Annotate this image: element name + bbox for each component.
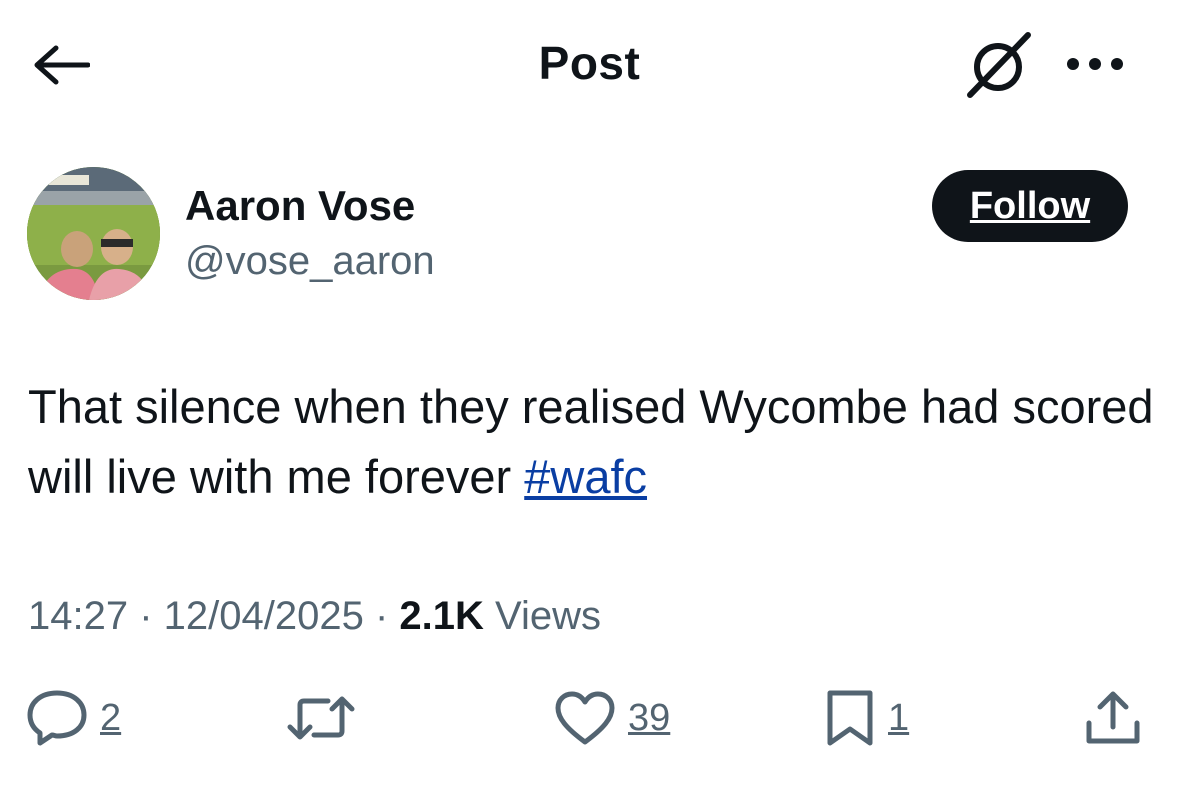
heart-icon (555, 691, 615, 745)
avatar[interactable] (27, 167, 160, 300)
share-icon (1086, 691, 1140, 744)
repost-button[interactable] (286, 686, 356, 750)
reply-icon (27, 690, 87, 746)
views-count[interactable]: 2.1K (399, 594, 484, 638)
bookmark-count[interactable]: 1 (888, 697, 909, 740)
grok-button[interactable] (962, 30, 1036, 100)
meta-separator: · (363, 594, 400, 638)
more-horizontal-icon (1067, 58, 1123, 70)
grok-icon (967, 32, 1031, 98)
bookmark-button[interactable]: 1 (824, 686, 909, 750)
top-bar: Post (0, 0, 1179, 130)
follow-button[interactable]: Follow (932, 170, 1128, 242)
reply-button[interactable]: 2 (26, 686, 121, 750)
repost-icon (287, 696, 355, 740)
more-options-button[interactable] (1060, 44, 1130, 84)
post-time: 14:27 (28, 594, 129, 638)
avatar-photo (27, 167, 160, 300)
like-count[interactable]: 39 (628, 697, 670, 740)
views-label: Views (483, 594, 601, 638)
author-name[interactable]: Aaron Vose (185, 180, 415, 232)
hashtag-link[interactable]: #wafc (524, 450, 647, 503)
like-button[interactable]: 39 (554, 686, 670, 750)
meta-separator: · (128, 594, 164, 638)
bookmark-icon (827, 690, 873, 746)
author-handle[interactable]: @vose_aaron (185, 236, 435, 286)
post-text: That silence when they realised Wycombe … (28, 372, 1158, 512)
post-date: 12/04/2025 (163, 594, 364, 638)
share-button[interactable] (1084, 686, 1142, 750)
reply-count[interactable]: 2 (100, 697, 121, 740)
post-meta: 14:27 · 12/04/2025 · 2.1K Views (28, 590, 601, 642)
